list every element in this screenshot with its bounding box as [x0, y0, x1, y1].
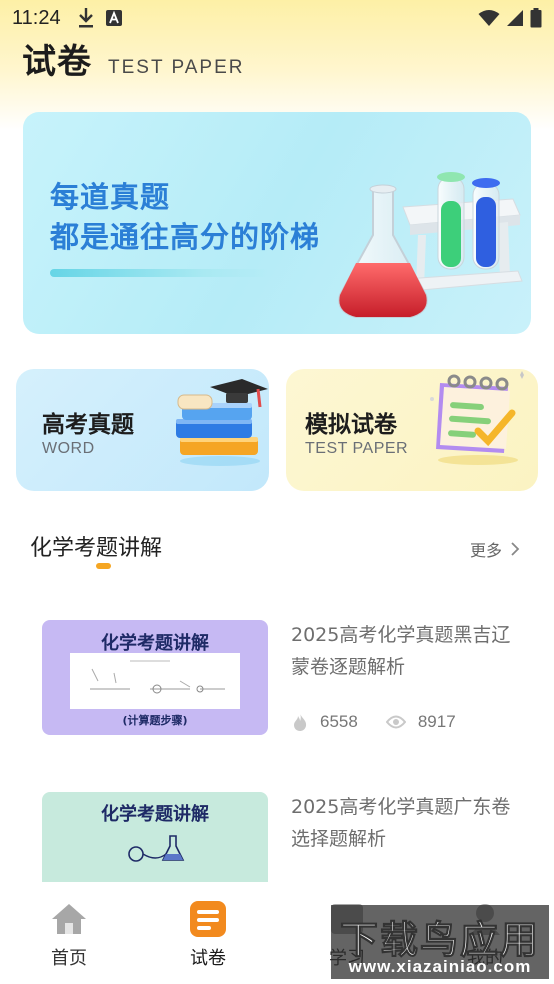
article-thumbnail: 化学考题讲解 (计算题步骤): [42, 620, 268, 735]
page-header: 试卷 TEST PAPER: [22, 34, 245, 83]
battery-icon: [530, 8, 542, 28]
article-title: 2025高考化学真题广东卷选择题解析: [291, 796, 511, 850]
category-title: 高考真题: [42, 412, 134, 438]
status-time: 11:24: [12, 6, 61, 29]
banner-headline-2: 都是通往高分的阶梯: [50, 220, 321, 254]
article-title: 2025高考化学真题黑吉辽蒙卷逐题解析: [291, 624, 511, 678]
likes-stat: 6558: [292, 712, 358, 732]
eye-icon: [385, 715, 406, 729]
wifi-icon: [478, 10, 500, 26]
flask-molecule-image: [128, 835, 185, 862]
thumbnail-title: 化学考题讲解: [101, 804, 209, 825]
watermark-text: 下载鸟应用: [339, 918, 540, 963]
nav-item-home[interactable]: 首页: [29, 900, 109, 970]
more-link[interactable]: 更多: [470, 537, 520, 561]
chevron-right-icon: [511, 542, 520, 556]
category-card-real-exams[interactable]: 高考真题 WORD: [16, 369, 269, 491]
flask-test-tubes-illustration: [338, 172, 523, 318]
nav-item-papers[interactable]: 试卷: [168, 900, 248, 970]
category-subtitle: TEST PAPER: [305, 440, 409, 457]
banner-headline-1: 每道真题: [50, 180, 171, 214]
more-label: 更多: [470, 541, 503, 560]
banner-decorative-bar: [50, 269, 270, 277]
page-subtitle: TEST PAPER: [108, 57, 245, 78]
graduation-books-icon: [176, 379, 268, 466]
status-bar: 11:24: [0, 0, 554, 36]
category-subtitle: WORD: [42, 440, 95, 457]
watermark-url: www.xiazainiao.com: [348, 957, 532, 976]
nav-label: 试卷: [190, 948, 226, 969]
thumbnail-title: 化学考题讲解: [101, 633, 209, 654]
download-icon: [78, 8, 93, 28]
signal-icon: [507, 10, 523, 26]
thumbnail-caption: (计算题步骤): [122, 714, 188, 727]
keyboard-notification-icon: [105, 10, 122, 26]
article-stats: 6558 8917: [292, 712, 456, 732]
promo-banner[interactable]: 每道真题 都是通往高分的阶梯: [23, 112, 531, 334]
article-thumbnail: 化学考题讲解: [42, 792, 268, 884]
paper-active-icon: [190, 901, 226, 937]
likes-count: 6558: [320, 712, 358, 731]
page-title: 试卷: [22, 42, 92, 82]
watermark-overlay: 下载鸟应用 www.xiazainiao.com: [331, 905, 549, 979]
fire-icon: [294, 713, 307, 731]
notepad-checklist-icon: [430, 371, 524, 465]
home-icon: [52, 904, 86, 934]
reaction-diagram-image: [70, 653, 240, 709]
category-title: 模拟试卷: [305, 412, 397, 438]
nav-label: 首页: [51, 948, 87, 969]
category-card-mock-exams[interactable]: 模拟试卷 TEST PAPER: [286, 369, 538, 491]
views-count: 8917: [417, 712, 456, 731]
section-title-underline: [96, 563, 111, 569]
section-title: 化学考题讲解: [30, 536, 163, 561]
views-stat: 8917: [385, 712, 456, 732]
